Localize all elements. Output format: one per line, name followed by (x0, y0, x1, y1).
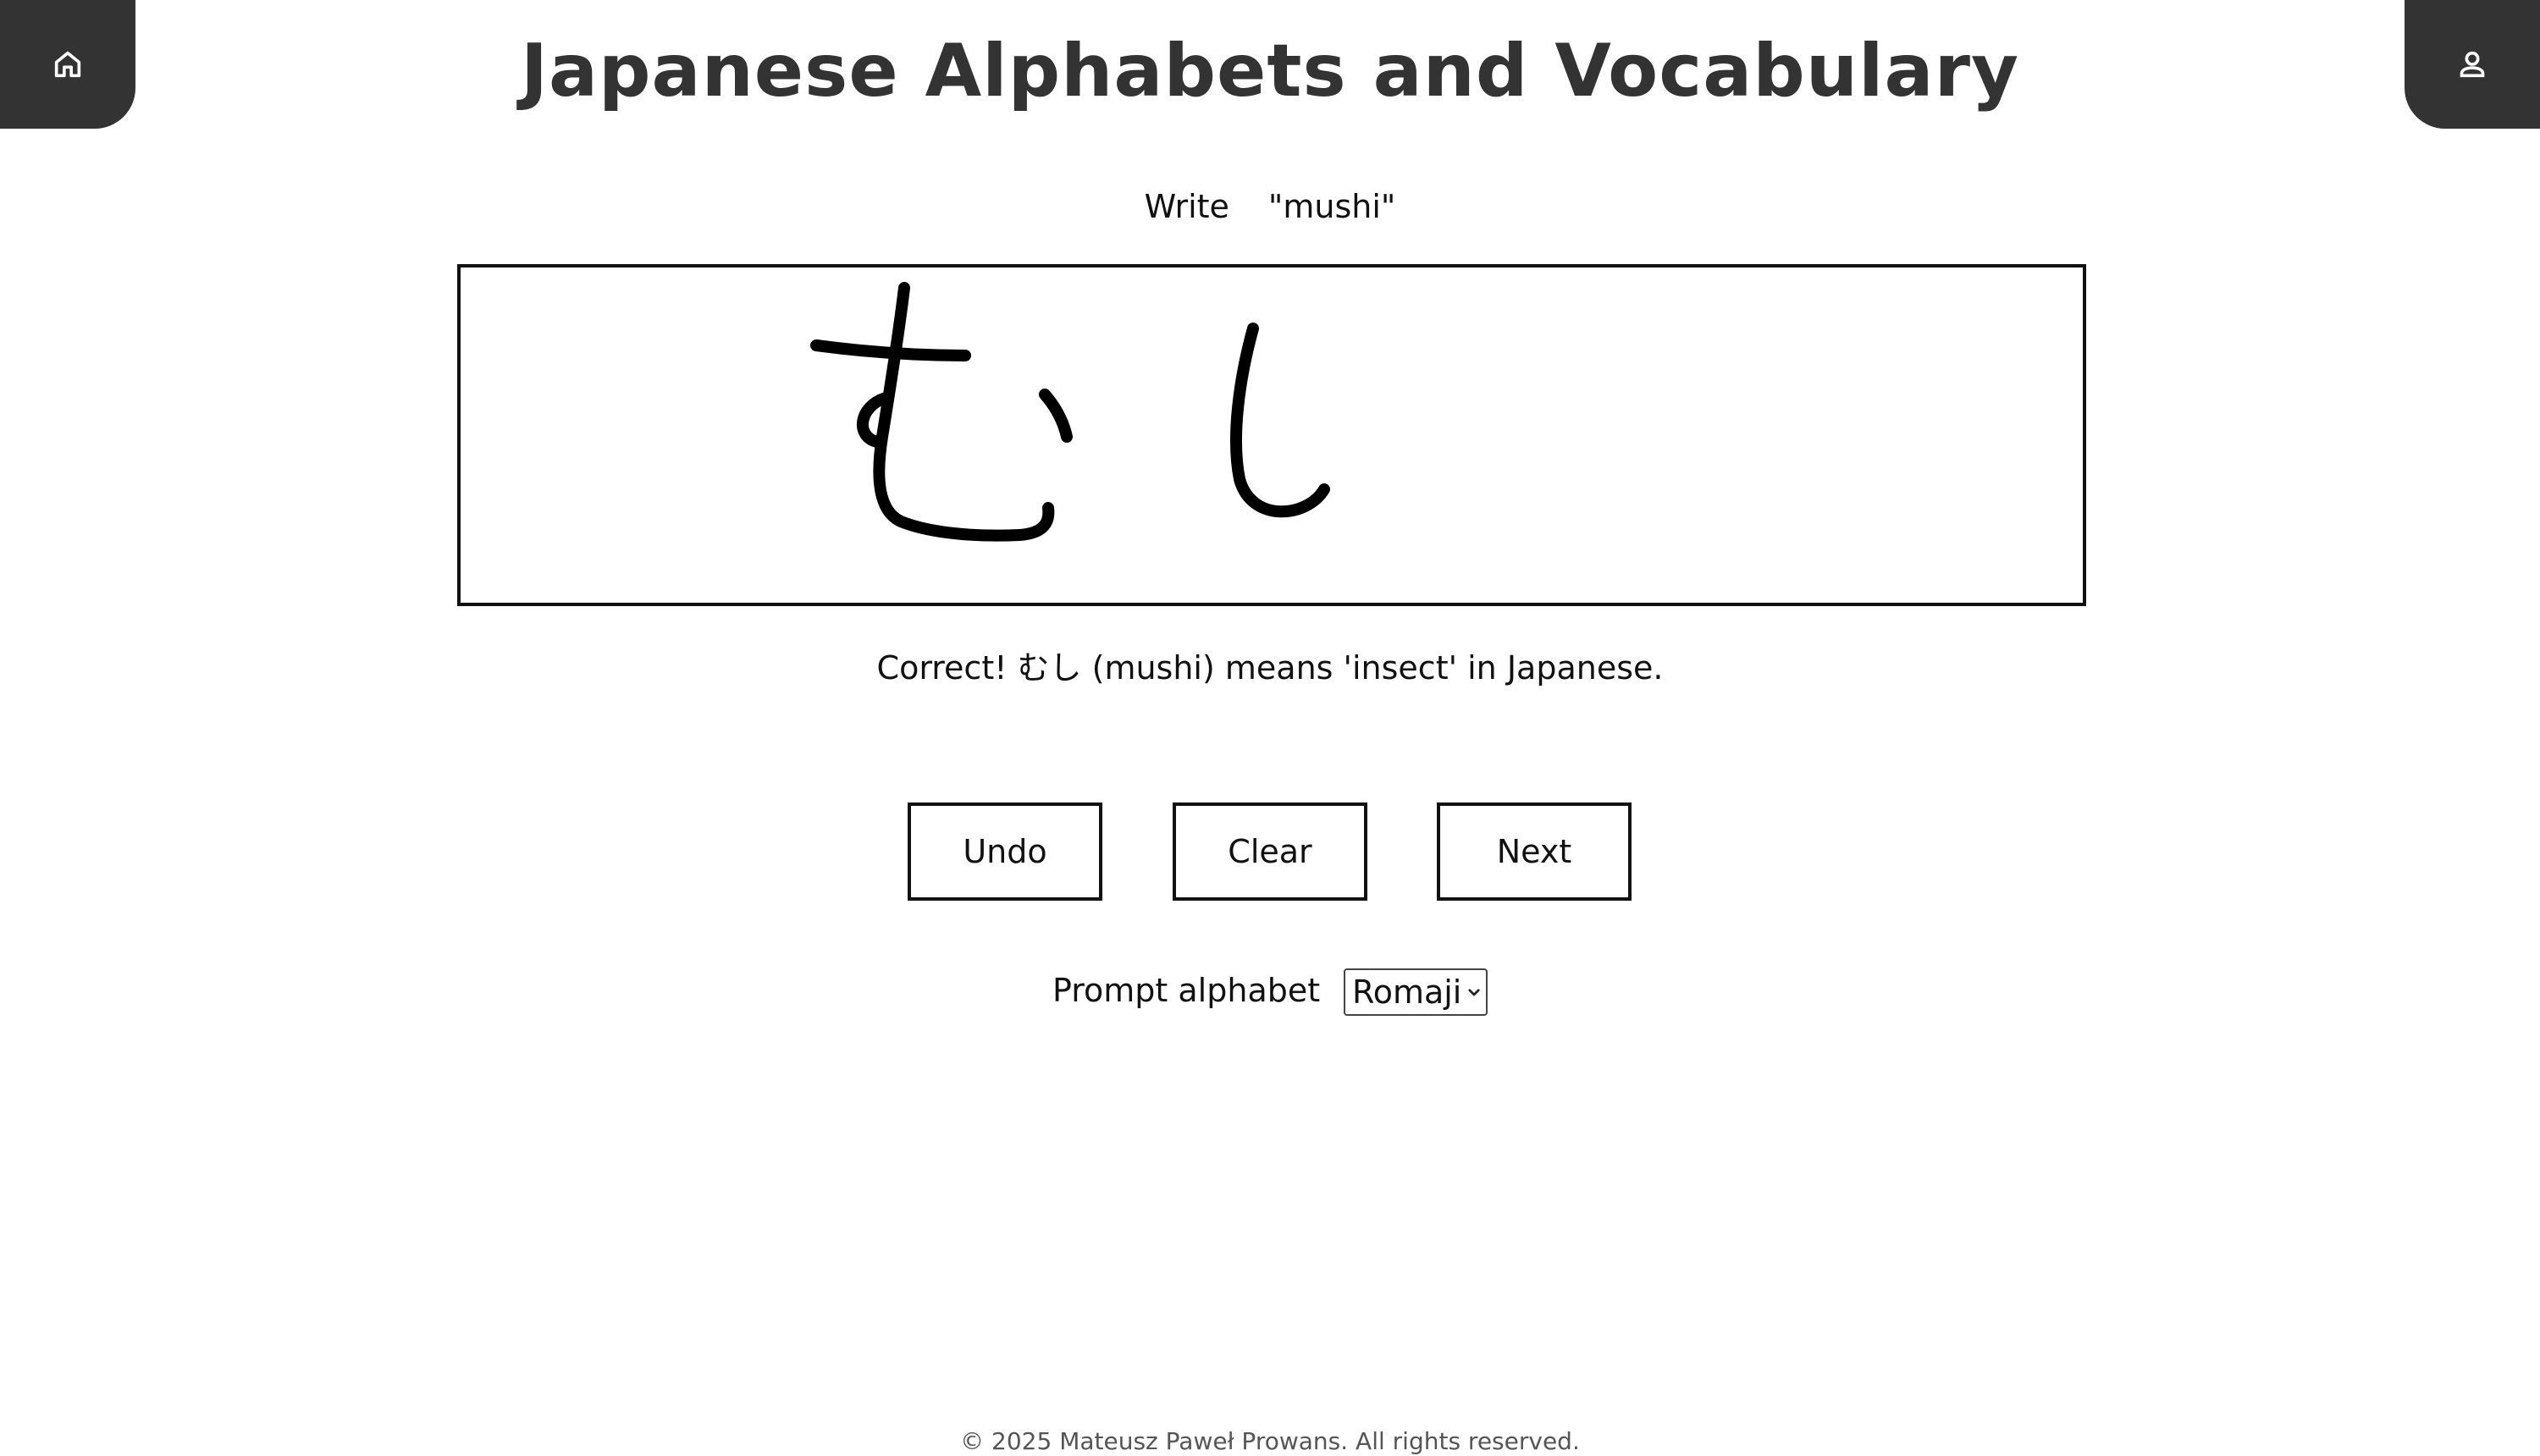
user-icon (2460, 51, 2485, 78)
stroke-mu-dot (1039, 389, 1073, 443)
prompt-alphabet-select[interactable]: Romaji (1344, 968, 1488, 1016)
write-prompt: Write "mushi" (0, 188, 2540, 225)
chevron-down-icon (1468, 989, 1480, 996)
feedback-message: Correct! むし (mushi) means 'insect' in Ja… (876, 649, 1664, 687)
next-button[interactable]: Next (1437, 802, 1632, 901)
clear-button[interactable]: Clear (1173, 802, 1367, 901)
prompt-word: "mushi" (1267, 188, 1396, 225)
page: Japanese Alphabets and Vocabulary Write "… (0, 0, 2540, 1456)
page-title: Japanese Alphabets and Vocabulary (520, 29, 2020, 113)
stroke-mu-vertical (873, 282, 1055, 542)
prompt-alphabet-value: Romaji (1352, 973, 1462, 1011)
drawing-canvas[interactable] (457, 264, 2086, 606)
prompt-alphabet-label: Prompt alphabet (1052, 972, 1321, 1009)
handwritten-strokes (810, 282, 1330, 542)
footer-copyright: © 2025 Mateusz Paweł Prowans. All rights… (960, 1427, 1580, 1455)
stroke-shi (1230, 323, 1330, 518)
prompt-label: Write (1144, 188, 1229, 225)
profile-button[interactable] (2405, 0, 2540, 129)
undo-button[interactable]: Undo (908, 802, 1102, 901)
